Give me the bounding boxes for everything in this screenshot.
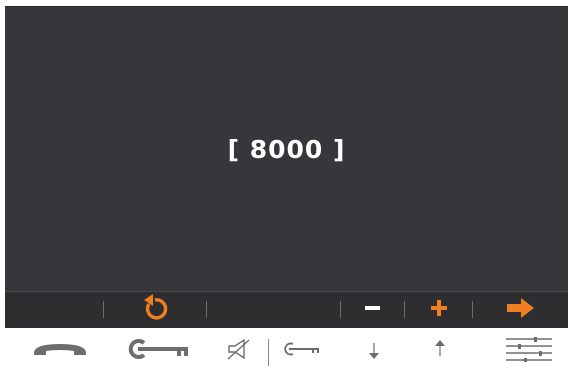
minus-icon — [363, 298, 383, 322]
secondary-key-button[interactable] — [274, 332, 330, 370]
softkey-separator — [206, 301, 207, 318]
arrow-up-icon — [432, 337, 448, 365]
plus-icon — [429, 298, 449, 322]
mute-speaker-icon — [226, 337, 252, 365]
door-key-icon — [125, 336, 191, 366]
menu-settings-icon — [504, 336, 554, 366]
minus-button[interactable] — [345, 292, 401, 328]
softkey-separator — [404, 301, 405, 318]
display-screen: [ 8000 ] — [5, 6, 568, 291]
menu-button[interactable] — [496, 332, 562, 370]
hardware-separator — [268, 339, 269, 366]
hardware-button-row — [0, 332, 572, 370]
softkey-separator — [472, 301, 473, 318]
arrow-down-icon — [366, 337, 382, 365]
plus-button[interactable] — [409, 292, 469, 328]
back-icon — [140, 293, 170, 327]
softkey-separator — [340, 301, 341, 318]
mute-button[interactable] — [214, 332, 264, 370]
arrow-down-button[interactable] — [352, 332, 396, 370]
arrow-up-button[interactable] — [418, 332, 462, 370]
door-key-button[interactable] — [118, 332, 198, 370]
softkey-separator — [103, 301, 104, 318]
arrow-right-icon — [506, 297, 536, 323]
secondary-key-icon — [282, 340, 322, 362]
next-button[interactable] — [477, 292, 565, 328]
display-value: [ 8000 ] — [227, 135, 346, 164]
hang-up-icon — [31, 339, 89, 363]
hang-up-button[interactable] — [20, 332, 100, 370]
softkey-bar — [5, 291, 568, 328]
back-button[interactable] — [108, 292, 202, 328]
